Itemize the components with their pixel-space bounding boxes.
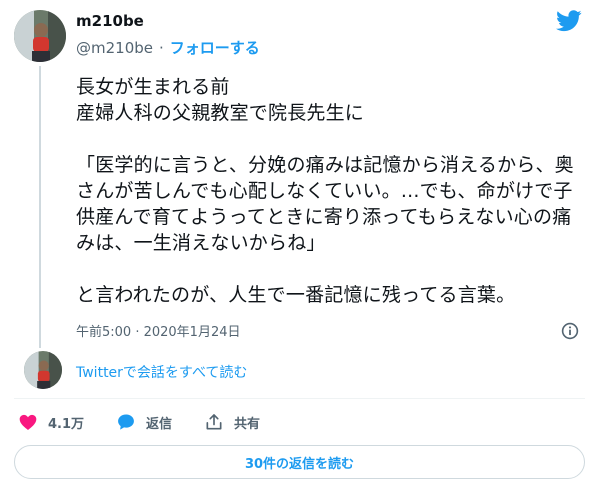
read-conversation-link[interactable]: Twitterで会話をすべて読む [76,362,247,382]
heart-icon [19,414,37,430]
author-handle-row: @m210be · フォローする [76,37,260,58]
share-label: 共有 [234,416,261,432]
author-handle[interactable]: @m210be [76,39,153,57]
tweet-meta: 午前5:00 · 2020年1月24日 [76,321,241,340]
read-replies-button[interactable]: 30件の返信を読む [14,445,585,479]
separator-dot: · [159,38,164,57]
share-button[interactable]: 共有 [204,412,260,432]
follow-button[interactable]: フォローする [170,37,260,58]
info-icon[interactable] [561,322,579,340]
like-count: 4.1万 [48,416,85,432]
reply-bubble-icon [118,414,134,430]
tweet-text: 長女が生まれる前 産婦人科の父親教室で院長先生に 「医学的に言うと、分娩の痛みは… [76,76,574,306]
like-button[interactable]: 4.1万 [18,412,84,432]
author-name[interactable]: m210be [76,12,144,30]
thread-line [39,66,41,348]
author-avatar[interactable] [14,10,66,62]
divider [14,398,585,399]
tweet-timestamp[interactable]: 午前5:00 · 2020年1月24日 [76,321,241,340]
thread-avatar[interactable] [24,351,62,389]
action-bar: 4.1万 返信 共有 [18,410,292,434]
share-icon [206,414,222,430]
reply-button[interactable]: 返信 [116,412,172,432]
twitter-bird-icon[interactable] [556,10,582,32]
reply-label: 返信 [146,416,173,432]
